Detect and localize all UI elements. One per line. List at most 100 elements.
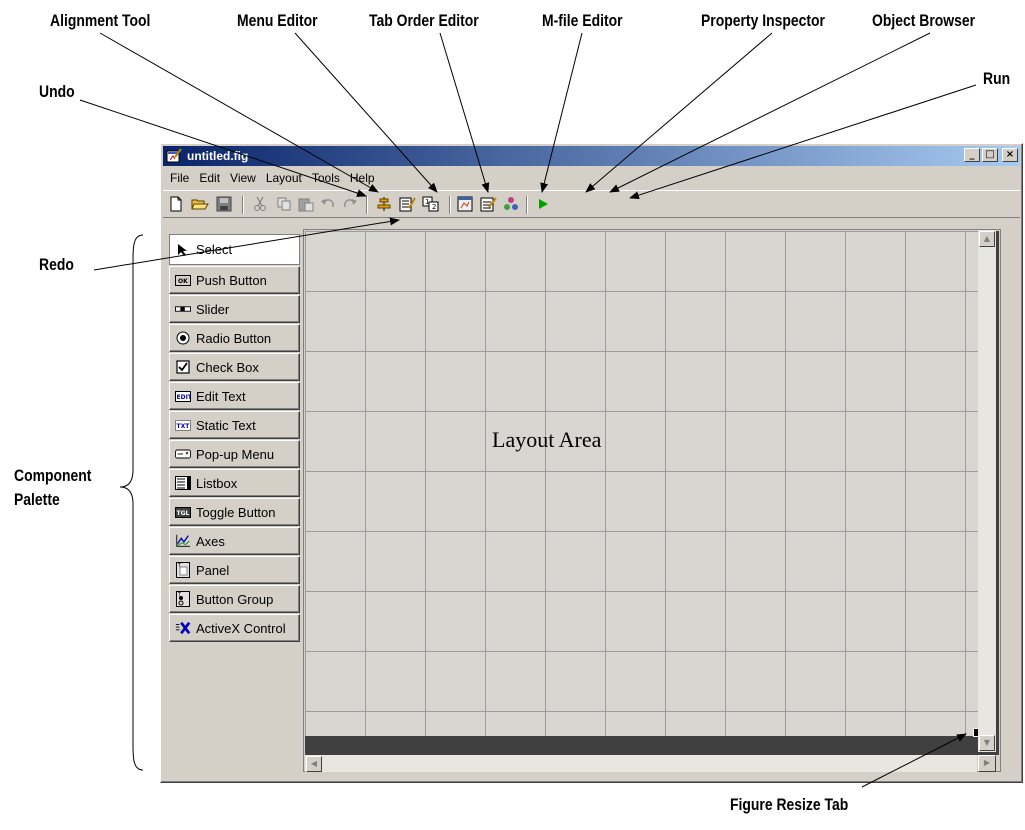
new-icon[interactable] [167, 195, 185, 213]
callout-redo: Redo [39, 255, 74, 274]
palette-edit-text-label: Edit Text [196, 388, 246, 404]
toolbar-separator [449, 196, 451, 214]
check-box-icon [175, 360, 191, 374]
tab-order-editor-icon[interactable]: 12 [422, 195, 440, 213]
svg-text:EDIT: EDIT [177, 394, 192, 401]
palette-radio-button[interactable]: Radio Button [169, 324, 300, 352]
toggle-button-icon: TGL [175, 505, 191, 519]
listbox-icon [175, 476, 191, 490]
toolbar: 12 [163, 190, 1020, 218]
activex-icon [175, 621, 191, 635]
window-title: untitled.fig [187, 149, 249, 163]
palette-slider[interactable]: Slider [169, 295, 300, 323]
object-browser-icon[interactable] [502, 195, 520, 213]
guide-window: untitled.fig _ □ × File Edit View Layout… [160, 143, 1023, 783]
palette-push-button[interactable]: OK Push Button [169, 266, 300, 294]
button-group-icon: T [175, 591, 191, 607]
palette-static-text[interactable]: TXT Static Text [169, 411, 300, 439]
palette-button-group-label: Button Group [196, 591, 274, 607]
maximize-button[interactable]: □ [982, 148, 998, 162]
minimize-button[interactable]: _ [964, 148, 980, 162]
svg-text:1: 1 [425, 198, 429, 206]
menu-view[interactable]: View [225, 169, 261, 187]
toolbar-separator [366, 196, 368, 214]
palette-check-box[interactable]: Check Box [169, 353, 300, 381]
menu-layout[interactable]: Layout [261, 169, 307, 187]
menu-help[interactable]: Help [345, 169, 380, 187]
menu-edit[interactable]: Edit [194, 169, 225, 187]
svg-text:TXT: TXT [177, 423, 191, 430]
callout-component-palette-line1: Component [14, 466, 92, 485]
mfile-editor-icon[interactable] [457, 195, 475, 213]
cut-icon[interactable] [251, 195, 269, 213]
undo-icon[interactable] [319, 195, 337, 213]
scroll-left-arrow-icon[interactable]: ◀ [306, 756, 322, 772]
menu-bar: File Edit View Layout Tools Help [165, 169, 380, 187]
palette-toggle-button[interactable]: TGL Toggle Button [169, 498, 300, 526]
toolbar-separator [526, 196, 528, 214]
run-icon[interactable] [534, 195, 552, 213]
palette-static-text-label: Static Text [196, 417, 256, 433]
layout-area[interactable]: Layout Area [305, 231, 980, 736]
vertical-scrollbar[interactable]: ▲ ▼ [978, 230, 996, 752]
layout-bottom-border [305, 736, 999, 755]
toolbar-separator [242, 196, 244, 214]
svg-text:TGL: TGL [177, 510, 190, 517]
palette-button-group[interactable]: T Button Group [169, 585, 300, 613]
close-button[interactable]: × [1002, 148, 1018, 162]
callout-undo: Undo [39, 82, 75, 101]
palette-listbox[interactable]: Listbox [169, 469, 300, 497]
property-inspector-icon[interactable] [480, 195, 498, 213]
scroll-right-arrow-icon[interactable]: ▶ [978, 755, 996, 772]
callout-object-browser: Object Browser [872, 11, 976, 30]
palette-edit-text[interactable]: EDIT Edit Text [169, 382, 300, 410]
palette-popup-menu[interactable]: Pop-up Menu [169, 440, 300, 468]
palette-select-label: Select [196, 242, 233, 257]
svg-text:OK: OK [178, 278, 188, 285]
save-icon[interactable] [215, 195, 233, 213]
pointer-arrow-icon [175, 243, 191, 257]
palette-check-box-label: Check Box [196, 359, 259, 375]
scroll-up-arrow-icon[interactable]: ▲ [979, 231, 995, 247]
callout-figure-resize-tab: Figure Resize Tab [730, 795, 849, 814]
layout-area-label: Layout Area [492, 427, 602, 452]
menu-file[interactable]: File [165, 169, 194, 187]
panel-icon: T [175, 562, 191, 578]
callout-mfile-editor: M-file Editor [542, 11, 623, 30]
popup-menu-icon [175, 447, 191, 461]
palette-panel-label: Panel [196, 562, 230, 578]
alignment-tool-icon[interactable] [375, 195, 393, 213]
scroll-down-arrow-icon[interactable]: ▼ [979, 735, 995, 751]
callout-tab-order-editor: Tab Order Editor [369, 11, 479, 30]
palette-activex-control[interactable]: ActiveX Control [169, 614, 300, 642]
palette-popup-menu-label: Pop-up Menu [196, 446, 275, 462]
callout-property-inspector: Property Inspector [701, 11, 825, 30]
palette-select[interactable]: Select [169, 234, 300, 265]
redo-icon[interactable] [341, 195, 359, 213]
paste-icon[interactable] [297, 195, 315, 213]
edit-text-icon: EDIT [175, 389, 191, 403]
axes-icon [175, 534, 191, 548]
menu-tools[interactable]: Tools [307, 169, 345, 187]
palette-push-button-label: Push Button [196, 272, 267, 288]
callout-alignment-tool: Alignment Tool [50, 11, 151, 30]
palette-listbox-label: Listbox [196, 475, 238, 491]
push-button-icon: OK [175, 273, 191, 287]
title-bar[interactable]: untitled.fig _ □ × [163, 146, 1020, 166]
palette-axes-label: Axes [196, 533, 225, 549]
palette-slider-label: Slider [196, 301, 230, 317]
slider-icon [175, 302, 191, 316]
open-icon[interactable] [191, 195, 209, 213]
callout-component-palette-line2: Palette [14, 490, 60, 509]
horizontal-scrollbar[interactable]: ◀ [305, 755, 977, 772]
svg-text:2: 2 [432, 203, 436, 211]
palette-activex-control-label: ActiveX Control [196, 620, 286, 636]
palette-panel[interactable]: T Panel [169, 556, 300, 584]
menu-editor-icon[interactable] [399, 195, 417, 213]
copy-icon[interactable] [275, 195, 293, 213]
palette-axes[interactable]: Axes [169, 527, 300, 555]
component-palette: Select OK Push Button Slider Radio Butto… [169, 234, 301, 643]
radio-button-icon [175, 331, 191, 345]
figure-app-icon [166, 148, 182, 166]
palette-radio-button-label: Radio Button [196, 330, 272, 346]
